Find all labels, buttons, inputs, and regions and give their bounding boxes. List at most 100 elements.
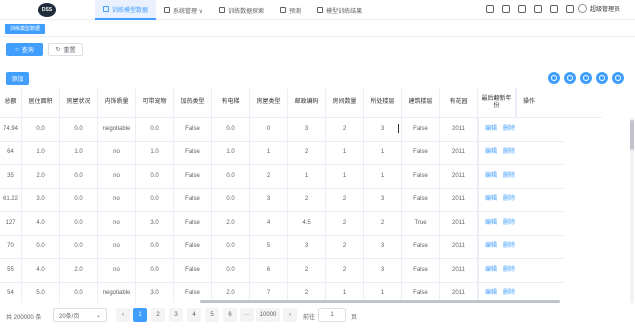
column-header[interactable]: 房屋类型 [250, 88, 288, 117]
edit-button[interactable]: 编辑 [485, 220, 497, 227]
table-row[interactable]: 70 0.0 0.0 no 0.0 False 0.0 5 3 2 3 False 2011 编辑 删除 [0, 235, 564, 259]
plus-icon[interactable] [580, 72, 592, 84]
column-header[interactable]: 有电梯 [212, 88, 250, 117]
search-icon[interactable] [564, 72, 576, 84]
table-cell: 3 [364, 188, 402, 211]
column-header[interactable]: 可带宠物 [136, 88, 174, 117]
table-cell: 1 [326, 165, 364, 188]
table-cell: 1.0 [60, 141, 98, 164]
edit-button[interactable]: 编辑 [485, 173, 497, 180]
table-cell: no [98, 188, 136, 211]
edit-button[interactable]: 编辑 [485, 290, 497, 297]
page-last[interactable]: 10000 [256, 308, 280, 322]
page-4[interactable]: 4 [187, 308, 201, 322]
avatar [578, 4, 587, 13]
column-header[interactable]: 所处楼层 [364, 88, 402, 117]
table-row[interactable]: 55 4.0 2.0 no 0.0 False 0.0 6 2 2 3 False 2011 编辑 删除 [0, 259, 564, 283]
page-1[interactable]: 1 [133, 308, 147, 322]
reset-button[interactable]: ↻ 重置 [48, 43, 83, 56]
column-header[interactable]: 加热类型 [174, 88, 212, 117]
tag-active[interactable]: 训练模型数据 [5, 24, 46, 34]
row-actions: 编辑 删除 [478, 188, 564, 211]
table-cell: 0.0 [136, 118, 174, 141]
delete-button[interactable]: 删除 [503, 220, 515, 227]
column-header[interactable]: 操作 [516, 88, 602, 117]
page-6[interactable]: 6 [223, 308, 237, 322]
table-cell: 4.0 [22, 259, 60, 282]
table-cell: False [174, 141, 212, 164]
goto-page-input[interactable]: 1 [318, 308, 346, 322]
fullscreen-icon[interactable] [534, 5, 542, 13]
tab-label: 训练数据探索 [228, 8, 265, 15]
user-menu[interactable]: 超级管理员 [578, 4, 620, 13]
tab-results[interactable]: 模型训练结果 [309, 0, 370, 20]
query-button[interactable]: ○ 查询 [6, 43, 43, 56]
add-button[interactable]: 添加 [6, 72, 29, 85]
tab-train-data[interactable]: 训练模型数据 [95, 0, 157, 20]
tab-label: 系统管理 ∨ [173, 8, 204, 15]
edit-button[interactable]: 编辑 [485, 243, 497, 250]
table-cell: 64 [0, 141, 22, 164]
doc-icon [280, 7, 287, 13]
delete-button[interactable]: 删除 [503, 290, 515, 297]
column-header[interactable]: 房屋状况 [60, 88, 98, 117]
table-row[interactable]: 61.22 3.0 0.0 no 0.0 False 0.0 3 2 2 3 False 2011 编辑删… [0, 188, 564, 212]
edit-button[interactable]: 编辑 [485, 149, 497, 156]
bell-icon[interactable] [566, 5, 574, 13]
column-header[interactable]: 有花园 [440, 88, 478, 117]
prev-page-button[interactable]: ‹ [116, 308, 130, 322]
page-5[interactable]: 5 [205, 308, 219, 322]
column-header[interactable]: 建筑楼层 [402, 88, 440, 117]
tab-system[interactable]: 系统管理 ∨ [156, 0, 211, 20]
column-header[interactable]: 房间数量 [326, 88, 364, 117]
table-cell: 1.0 [212, 141, 250, 164]
table-cell: no [98, 259, 136, 282]
edit-button[interactable]: 编辑 [485, 126, 497, 133]
delete-button[interactable]: 删除 [503, 149, 515, 156]
table-row[interactable]: 35 2.0 0.0 no 0.0 False 0.0 2 1 1 1 False 2011 编辑 删除 [0, 165, 564, 189]
page-ellipsis[interactable]: ··· [240, 308, 254, 322]
column-header[interactable]: 总额 [0, 88, 22, 117]
history-icon[interactable] [486, 5, 494, 13]
vertical-scrollbar[interactable] [630, 118, 634, 303]
page-3[interactable]: 3 [169, 308, 183, 322]
tab-predict[interactable]: 预测 [272, 0, 309, 20]
delete-button[interactable]: 删除 [503, 243, 515, 250]
page-size-select[interactable]: 20条/页 ⌄ [53, 308, 107, 322]
minus-icon[interactable] [596, 72, 608, 84]
column-header[interactable]: 邮政编码 [288, 88, 326, 117]
column-header[interactable]: 居住面积 [22, 88, 60, 117]
data-table: 总额 居住面积 房屋状况 内饰质量 可带宠物 加热类型 有电梯 房屋类型 邮政编码 房间数量 所处楼… [0, 88, 635, 303]
edit-button[interactable]: 编辑 [485, 196, 497, 203]
table-row[interactable]: 64 1.0 1.0 no 1.0 False 1.0 1 2 1 1 False 2011 编辑 删除 [0, 141, 564, 165]
next-page-button[interactable]: › [283, 308, 297, 322]
table-row[interactable]: 127 4.0 0.0 no 3.0 False 2.0 4 4.5 2 2 True 2011 编辑 删除 [0, 212, 564, 236]
table-cell: 2011 [440, 235, 478, 258]
column-header[interactable]: 最后翻新年份 [478, 88, 516, 117]
delete-button[interactable]: 删除 [503, 196, 515, 203]
page-2[interactable]: 2 [151, 308, 165, 322]
expand-icon[interactable] [518, 5, 526, 13]
refresh-icon[interactable] [548, 72, 560, 84]
table-cell: 2011 [440, 212, 478, 235]
table-cell: 3 [364, 235, 402, 258]
page-size-value: 20条/页 [59, 313, 80, 320]
app-page: DSS 训练模型数据 系统管理 ∨ 训练数据探索 预测 模型训练结果 超级管理员… [0, 0, 635, 331]
table-cell: 0.0 [212, 235, 250, 258]
table-row[interactable]: 74.94 0.0 0.0 negotiable 0.0 False 0.0 0 3 2 3 Fals… [0, 118, 564, 142]
tab-explore[interactable]: 训练数据探索 [211, 0, 272, 20]
columns-icon[interactable] [612, 72, 624, 84]
delete-button[interactable]: 删除 [503, 126, 515, 133]
horizontal-scrollbar[interactable] [0, 300, 635, 303]
table-cell: 0.0 [212, 259, 250, 282]
refresh-icon[interactable] [502, 5, 510, 13]
edit-button[interactable]: 编辑 [485, 267, 497, 274]
tab-label: 训练模型数据 [112, 7, 149, 14]
table-cell: 2011 [440, 118, 478, 141]
shirt-icon[interactable] [550, 5, 558, 13]
delete-button[interactable]: 删除 [503, 173, 515, 180]
delete-button[interactable]: 删除 [503, 267, 515, 274]
pagination: 共 200000 条 20条/页 ⌄ ‹ 1 2 3 4 5 6 ··· 100… [0, 308, 635, 323]
chevron-down-icon: ⌄ [95, 312, 101, 319]
column-header[interactable]: 内饰质量 [98, 88, 136, 117]
